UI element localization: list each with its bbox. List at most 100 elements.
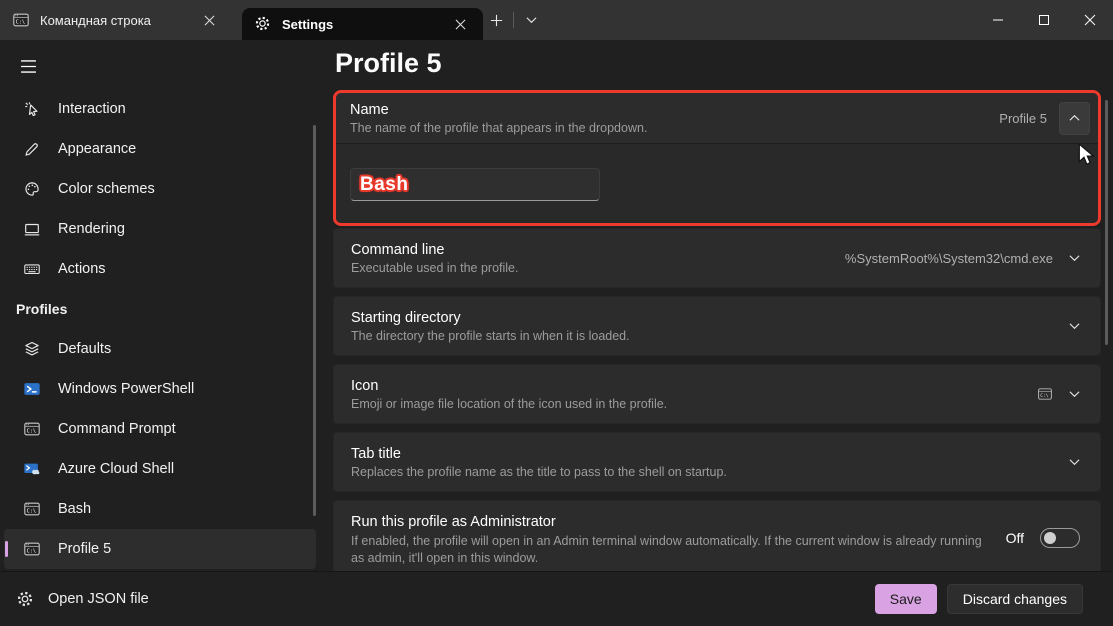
svg-text:C:\: C:\ <box>1040 393 1049 399</box>
close-window-button[interactable] <box>1067 0 1113 40</box>
settings-main-panel: Profile 5 Name The name of the profile t… <box>330 40 1113 571</box>
profiles-section-header: Profiles <box>0 289 330 329</box>
setting-description: Replaces the profile name as the title t… <box>351 465 727 479</box>
close-tab-icon[interactable] <box>198 9 220 31</box>
sidebar-item-label: Defaults <box>58 341 111 357</box>
minimize-button[interactable] <box>975 0 1021 40</box>
hamburger-menu-icon[interactable] <box>14 52 42 80</box>
new-tab-button[interactable] <box>483 7 509 33</box>
paintbrush-icon <box>23 140 41 158</box>
setting-description: The directory the profile starts in when… <box>351 329 630 343</box>
monitor-icon <box>23 220 41 238</box>
settings-sidebar: Interaction Appearance Color schemes Ren… <box>0 40 330 571</box>
sidebar-item-label: Actions <box>58 261 106 277</box>
open-json-file-label: Open JSON file <box>48 591 149 607</box>
maximize-button[interactable] <box>1021 0 1067 40</box>
admin-toggle-switch[interactable] <box>1040 528 1080 548</box>
sidebar-item-azure-cloud-shell[interactable]: Azure Cloud Shell <box>4 449 316 489</box>
footer-bar: Open JSON file Save Discard changes <box>0 571 1113 626</box>
name-setting-expander[interactable]: Name The name of the profile that appear… <box>336 93 1098 144</box>
sidebar-item-color-schemes[interactable]: Color schemes <box>4 169 316 209</box>
tab-title-setting-expander[interactable]: Tab title Replaces the profile name as t… <box>333 432 1101 492</box>
profile-name-input-value: Bash <box>360 174 408 196</box>
titlebar: C:\ Командная строка Settings <box>0 0 1113 40</box>
powershell-icon <box>23 380 41 398</box>
svg-text:C:\: C:\ <box>27 429 36 435</box>
sidebar-item-interaction[interactable]: Interaction <box>4 89 316 129</box>
cmd-icon: C:\ <box>23 500 41 518</box>
sidebar-item-label: Color schemes <box>58 181 155 197</box>
sidebar-item-label: Bash <box>58 501 91 517</box>
name-setting-label: Name <box>350 102 647 118</box>
setting-description: Emoji or image file location of the icon… <box>351 397 667 411</box>
titlebar-separator <box>513 12 514 28</box>
cmd-icon: C:\ <box>12 11 30 29</box>
svg-text:C:\: C:\ <box>27 549 36 555</box>
sidebar-item-profile-5[interactable]: C:\ Profile 5 <box>4 529 316 569</box>
name-setting-expanded-area: Bash <box>336 144 1098 223</box>
setting-label: Tab title <box>351 446 727 462</box>
profile-name-input[interactable]: Bash <box>350 168 600 201</box>
setting-label: Run this profile as Administrator <box>351 514 986 530</box>
run-as-administrator-setting: Run this profile as Administrator If ena… <box>333 500 1101 571</box>
tab-dropdown-button[interactable] <box>518 7 544 33</box>
sidebar-item-label: Windows PowerShell <box>58 381 194 397</box>
cmd-icon: C:\ <box>1037 386 1053 402</box>
sidebar-item-actions[interactable]: Actions <box>4 249 316 289</box>
name-setting-description: The name of the profile that appears in … <box>350 121 647 135</box>
open-json-file-button[interactable]: Open JSON file <box>16 590 149 608</box>
setting-description: If enabled, the profile will open in an … <box>351 533 986 567</box>
sidebar-item-bash[interactable]: C:\ Bash <box>4 489 316 529</box>
keyboard-icon <box>23 260 41 278</box>
layers-icon <box>23 340 41 358</box>
sidebar-item-label: Command Prompt <box>58 421 176 437</box>
sidebar-item-windows-powershell[interactable]: Windows PowerShell <box>4 369 316 409</box>
content-scrollbar[interactable] <box>1105 100 1108 345</box>
mouse-cursor-icon <box>1078 143 1098 167</box>
setting-description: Executable used in the profile. <box>351 261 518 275</box>
tab-label: Командная строка <box>40 13 188 28</box>
collapse-button[interactable] <box>1059 102 1090 135</box>
tab-command-prompt[interactable]: C:\ Командная строка <box>0 0 232 40</box>
azure-cloud-shell-icon <box>23 460 41 478</box>
gear-icon <box>254 15 272 33</box>
pointer-icon <box>23 100 41 118</box>
command-line-setting-expander[interactable]: Command line Executable used in the prof… <box>333 228 1101 288</box>
chevron-down-icon <box>1069 390 1080 398</box>
titlebar-drag-area <box>544 0 975 40</box>
sidebar-item-label: Profile 5 <box>58 541 111 557</box>
tab-label: Settings <box>282 17 439 32</box>
sidebar-item-rendering[interactable]: Rendering <box>4 209 316 249</box>
sidebar-item-label: Appearance <box>58 141 136 157</box>
page-title: Profile 5 <box>335 48 442 79</box>
sidebar-item-defaults[interactable]: Defaults <box>4 329 316 369</box>
sidebar-item-label: Azure Cloud Shell <box>58 461 174 477</box>
chevron-down-icon <box>1069 322 1080 330</box>
sidebar-item-label: Interaction <box>58 101 126 117</box>
annotation-highlight-box: Name The name of the profile that appear… <box>333 90 1101 226</box>
terminal-settings-window: C:\ Командная строка Settings <box>0 0 1113 626</box>
sidebar-nav: Interaction Appearance Color schemes Ren… <box>0 89 330 569</box>
setting-label: Command line <box>351 242 518 258</box>
close-tab-icon[interactable] <box>449 13 471 35</box>
starting-directory-setting-expander[interactable]: Starting directory The directory the pro… <box>333 296 1101 356</box>
tab-settings[interactable]: Settings <box>242 8 483 40</box>
cmd-icon: C:\ <box>23 540 41 558</box>
chevron-down-icon <box>1069 254 1080 262</box>
save-button[interactable]: Save <box>875 584 937 614</box>
icon-setting-expander[interactable]: Icon Emoji or image file location of the… <box>333 364 1101 424</box>
discard-changes-button[interactable]: Discard changes <box>947 584 1083 614</box>
gear-icon <box>16 590 34 608</box>
sidebar-item-label: Rendering <box>58 221 125 237</box>
name-setting-value: Profile 5 <box>999 111 1047 126</box>
toggle-state-label: Off <box>1006 530 1024 546</box>
palette-icon <box>23 180 41 198</box>
setting-value: %SystemRoot%\System32\cmd.exe <box>845 251 1053 266</box>
sidebar-item-command-prompt[interactable]: C:\ Command Prompt <box>4 409 316 449</box>
sidebar-item-appearance[interactable]: Appearance <box>4 129 316 169</box>
svg-text:C:\: C:\ <box>16 20 25 26</box>
sidebar-scrollbar[interactable] <box>313 125 316 516</box>
cmd-icon: C:\ <box>23 420 41 438</box>
setting-label: Starting directory <box>351 310 630 326</box>
svg-text:C:\: C:\ <box>27 509 36 515</box>
